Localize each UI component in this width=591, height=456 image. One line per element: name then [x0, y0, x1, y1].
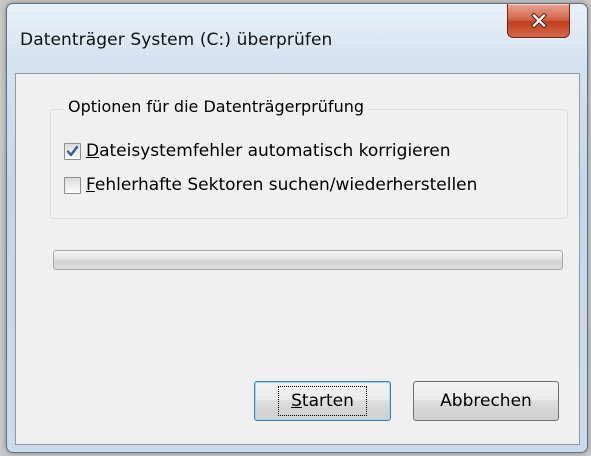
- progress-bar: [53, 250, 563, 270]
- scan-sectors-option[interactable]: Fehlerhafte Sektoren suchen/wiederherste…: [64, 175, 477, 195]
- auto-fix-checkbox[interactable]: [64, 142, 81, 160]
- scan-sectors-label: Fehlerhafte Sektoren suchen/wiederherste…: [86, 175, 478, 195]
- close-button[interactable]: [507, 4, 570, 38]
- close-x-icon: [530, 13, 547, 28]
- start-button[interactable]: Starten: [254, 381, 391, 421]
- dialog-window: Datenträger System (C:) überprüfen Optio…: [6, 3, 588, 453]
- dialog-content: Optionen für die Datenträgerprüfung Date…: [15, 73, 580, 445]
- auto-fix-option[interactable]: Dateisystemfehler automatisch korrigiere…: [64, 141, 450, 161]
- title-bar[interactable]: Datenträger System (C:) überprüfen: [7, 4, 587, 76]
- auto-fix-label: Dateisystemfehler automatisch korrigiere…: [86, 141, 451, 161]
- window-title: Datenträger System (C:) überprüfen: [20, 30, 333, 50]
- cancel-button[interactable]: Abbrechen: [413, 381, 559, 421]
- start-button-label: Starten: [278, 386, 367, 416]
- scan-sectors-checkbox[interactable]: [64, 176, 81, 194]
- options-groupbox: [50, 109, 568, 219]
- options-group-title: Optionen für die Datenträgerprüfung: [64, 97, 368, 116]
- checkmark-icon: [66, 145, 79, 156]
